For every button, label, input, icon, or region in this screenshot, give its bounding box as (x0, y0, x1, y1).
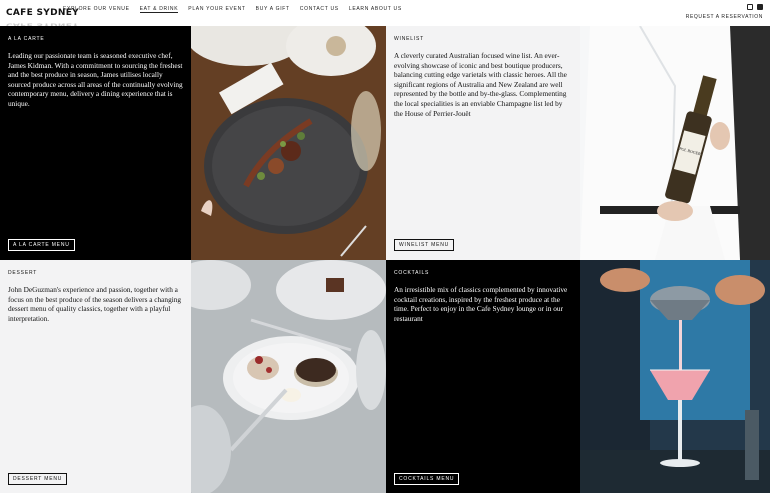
nav-learn[interactable]: LEARN ABOUT US (349, 6, 402, 13)
a-la-carte-panel: A LA CARTE Leading our passionate team i… (0, 26, 191, 260)
nav-eat-drink[interactable]: EAT & DRINK (139, 6, 179, 13)
dessert-plate-image (191, 260, 386, 493)
winelist-menu-button[interactable]: WINELIST MENU (394, 239, 455, 251)
a-la-carte-body: Leading our passionate team is seasoned … (8, 51, 183, 108)
site-header: CAFE SYDNEY CAFE SYDNEY EXPLORE OUR VENU… (0, 0, 770, 28)
nav-buy-gift[interactable]: BUY A GIFT (256, 6, 290, 13)
request-reservation-link[interactable]: REQUEST A RESERVATION (686, 14, 763, 20)
a-la-carte-title: A LA CARTE (8, 36, 45, 42)
dessert-body: John DeGuzman's experience and passion, … (8, 285, 182, 323)
a-la-carte-photo (191, 26, 386, 260)
cocktails-photo (580, 260, 770, 493)
cocktails-body: An irresistible mix of classics compleme… (394, 285, 568, 323)
facebook-icon[interactable] (757, 4, 763, 10)
cocktail-pour-image (580, 260, 770, 493)
dessert-menu-button[interactable]: DESSERT MENU (8, 473, 68, 485)
dessert-title: DESSERT (8, 270, 38, 276)
plated-dish-image (191, 26, 386, 260)
winelist-photo: POL ROGER (580, 26, 770, 260)
cocktails-menu-button[interactable]: COCKTAILS MENU (394, 473, 460, 485)
winelist-panel: WINELIST A cleverly curated Australian f… (386, 26, 580, 260)
cocktails-title: COCKTAILS (394, 270, 430, 276)
a-la-carte-menu-button[interactable]: A LA CARTE MENU (8, 239, 75, 251)
nav-explore[interactable]: EXPLORE OUR VENUE (63, 6, 130, 13)
dessert-photo (191, 260, 386, 493)
sommelier-image: POL ROGER (580, 26, 770, 260)
instagram-icon[interactable] (747, 4, 753, 10)
main-nav: EXPLORE OUR VENUE EAT & DRINK PLAN YOUR … (63, 6, 402, 13)
cocktails-panel: COCKTAILS An irresistible mix of classic… (386, 260, 580, 493)
nav-plan-event[interactable]: PLAN YOUR EVENT (188, 6, 245, 13)
winelist-body: A cleverly curated Australian focused wi… (394, 51, 567, 118)
nav-contact[interactable]: CONTACT US (300, 6, 339, 13)
dessert-panel: DESSERT John DeGuzman's experience and p… (0, 260, 191, 493)
social-links (747, 4, 763, 10)
winelist-title: WINELIST (394, 36, 425, 42)
